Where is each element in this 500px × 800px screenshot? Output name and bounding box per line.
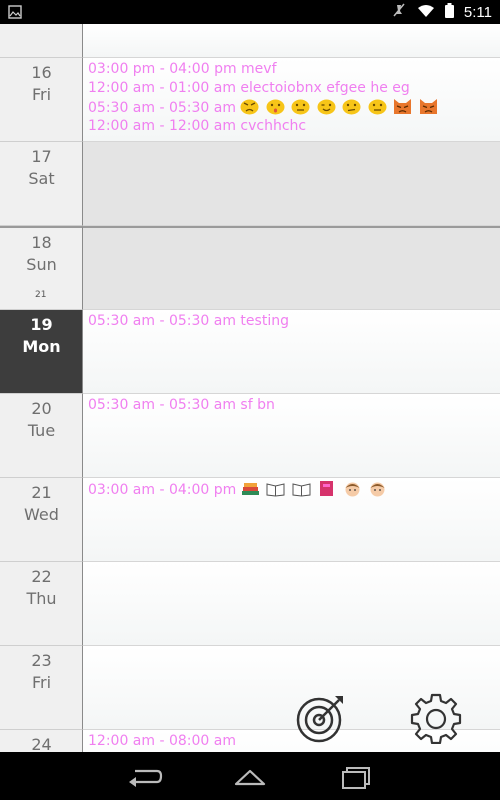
navigation-bar xyxy=(0,752,500,800)
day-row-20[interactable]: 20 Tue 05:30 am - 05:30 am sf bn xyxy=(0,394,500,478)
day-number: 19 xyxy=(30,315,53,334)
event-item[interactable]: 12:00 am - 08:00 am xyxy=(88,732,236,751)
day-cell: 21 Wed xyxy=(0,478,83,562)
events-area[interactable] xyxy=(83,142,500,226)
day-cell-today: 19 Mon xyxy=(0,310,83,394)
day-cell: 24 xyxy=(0,730,83,752)
books-emoji xyxy=(241,483,259,495)
day-number: 20 xyxy=(31,399,52,418)
back-icon[interactable] xyxy=(125,762,165,790)
event-item[interactable]: 05:30 am - 05:30 am xyxy=(88,98,440,118)
day-number: 16 xyxy=(31,63,52,82)
weekday-label: Thu xyxy=(26,589,57,608)
weekday-label: Sat xyxy=(28,169,55,188)
angry-face-emoji xyxy=(240,99,259,115)
battery-icon xyxy=(444,2,454,22)
weekday-label: Tue xyxy=(27,421,56,440)
weekday-label: Wed xyxy=(24,505,59,524)
day-cell xyxy=(0,24,83,58)
angry-cat-emoji xyxy=(394,99,412,114)
day-number: 22 xyxy=(31,567,52,586)
kissing-face-emoji xyxy=(266,99,285,115)
day-row-17[interactable]: 17 Sat xyxy=(0,142,500,226)
status-time: 5:11 xyxy=(463,3,492,21)
events-area[interactable]: 03:00 am - 04:00 pm xyxy=(83,478,500,562)
events-area[interactable]: 05:30 am - 05:30 am sf bn xyxy=(83,394,500,478)
winking-face-emoji xyxy=(317,99,336,115)
neutral-face-emoji xyxy=(368,99,387,115)
settings-gear-icon[interactable] xyxy=(410,692,462,745)
weekday-label: Fri xyxy=(31,85,52,104)
open-book-emoji xyxy=(292,483,311,497)
weekday-label: Fri xyxy=(31,673,52,692)
event-emojis xyxy=(241,481,389,498)
day-row-16[interactable]: 16 Fri 03:00 pm - 04:00 pm mevf 12:00 am… xyxy=(0,58,500,142)
events-area[interactable] xyxy=(83,226,500,310)
day-number: 17 xyxy=(31,147,52,166)
day-row-19[interactable]: 19 Mon 05:30 am - 05:30 am testing xyxy=(0,310,500,394)
day-cell: 17 Sat xyxy=(0,142,83,226)
event-item[interactable]: 12:00 am - 01:00 am electoiobnx efgee he… xyxy=(88,79,410,98)
mute-icon xyxy=(391,2,407,22)
event-item[interactable]: 05:30 am - 05:30 am testing xyxy=(88,312,289,331)
events-area[interactable] xyxy=(83,24,500,58)
event-time: 05:30 am - 05:30 am xyxy=(88,100,236,116)
day-row-22[interactable]: 22 Thu xyxy=(0,562,500,646)
day-number: 23 xyxy=(31,651,52,670)
target-icon[interactable] xyxy=(295,692,347,744)
day-cell: 23 Fri xyxy=(0,646,83,730)
event-time: 03:00 am - 04:00 pm xyxy=(88,482,237,498)
image-notification-icon xyxy=(8,4,22,23)
confused-face-emoji xyxy=(342,99,361,115)
recents-icon[interactable] xyxy=(337,762,377,790)
calendar-agenda[interactable]: 16 Fri 03:00 pm - 04:00 pm mevf 12:00 am… xyxy=(0,24,500,752)
day-cell: 22 Thu xyxy=(0,562,83,646)
events-area[interactable]: 05:30 am - 05:30 am testing xyxy=(83,310,500,394)
neutral-face-emoji xyxy=(291,99,310,115)
events-area[interactable]: 03:00 pm - 04:00 pm mevf 12:00 am - 01:0… xyxy=(83,58,500,142)
day-row-21[interactable]: 21 Wed 03:00 am - 04:00 pm xyxy=(0,478,500,562)
status-bar: 5:11 xyxy=(0,0,500,24)
weekday-label: Mon xyxy=(22,337,61,356)
day-number: 21 xyxy=(31,483,52,502)
week-number: 21 xyxy=(35,290,47,300)
event-item[interactable]: 12:00 am - 12:00 am cvchhchc xyxy=(88,117,306,136)
boy-emoji xyxy=(345,482,360,497)
weekday-label: Sun xyxy=(26,255,57,274)
day-cell: 20 Tue xyxy=(0,394,83,478)
event-item[interactable]: 03:00 am - 04:00 pm xyxy=(88,480,389,500)
home-icon[interactable] xyxy=(230,762,270,790)
event-item[interactable]: 03:00 pm - 04:00 pm mevf xyxy=(88,60,277,79)
day-row-18[interactable]: 18 Sun 21 xyxy=(0,226,500,310)
day-number: 24 xyxy=(31,735,52,752)
day-row[interactable] xyxy=(0,24,500,58)
day-cell: 16 Fri xyxy=(0,58,83,142)
event-emojis xyxy=(240,99,439,116)
wifi-icon xyxy=(417,3,435,22)
day-number: 18 xyxy=(31,233,52,252)
closed-book-emoji xyxy=(320,481,334,496)
day-cell: 18 Sun 21 xyxy=(0,226,83,310)
open-book-emoji xyxy=(266,483,285,497)
event-item[interactable]: 05:30 am - 05:30 am sf bn xyxy=(88,396,275,415)
angry-cat-emoji xyxy=(419,99,437,114)
boy-emoji xyxy=(370,482,385,497)
events-area[interactable] xyxy=(83,562,500,646)
